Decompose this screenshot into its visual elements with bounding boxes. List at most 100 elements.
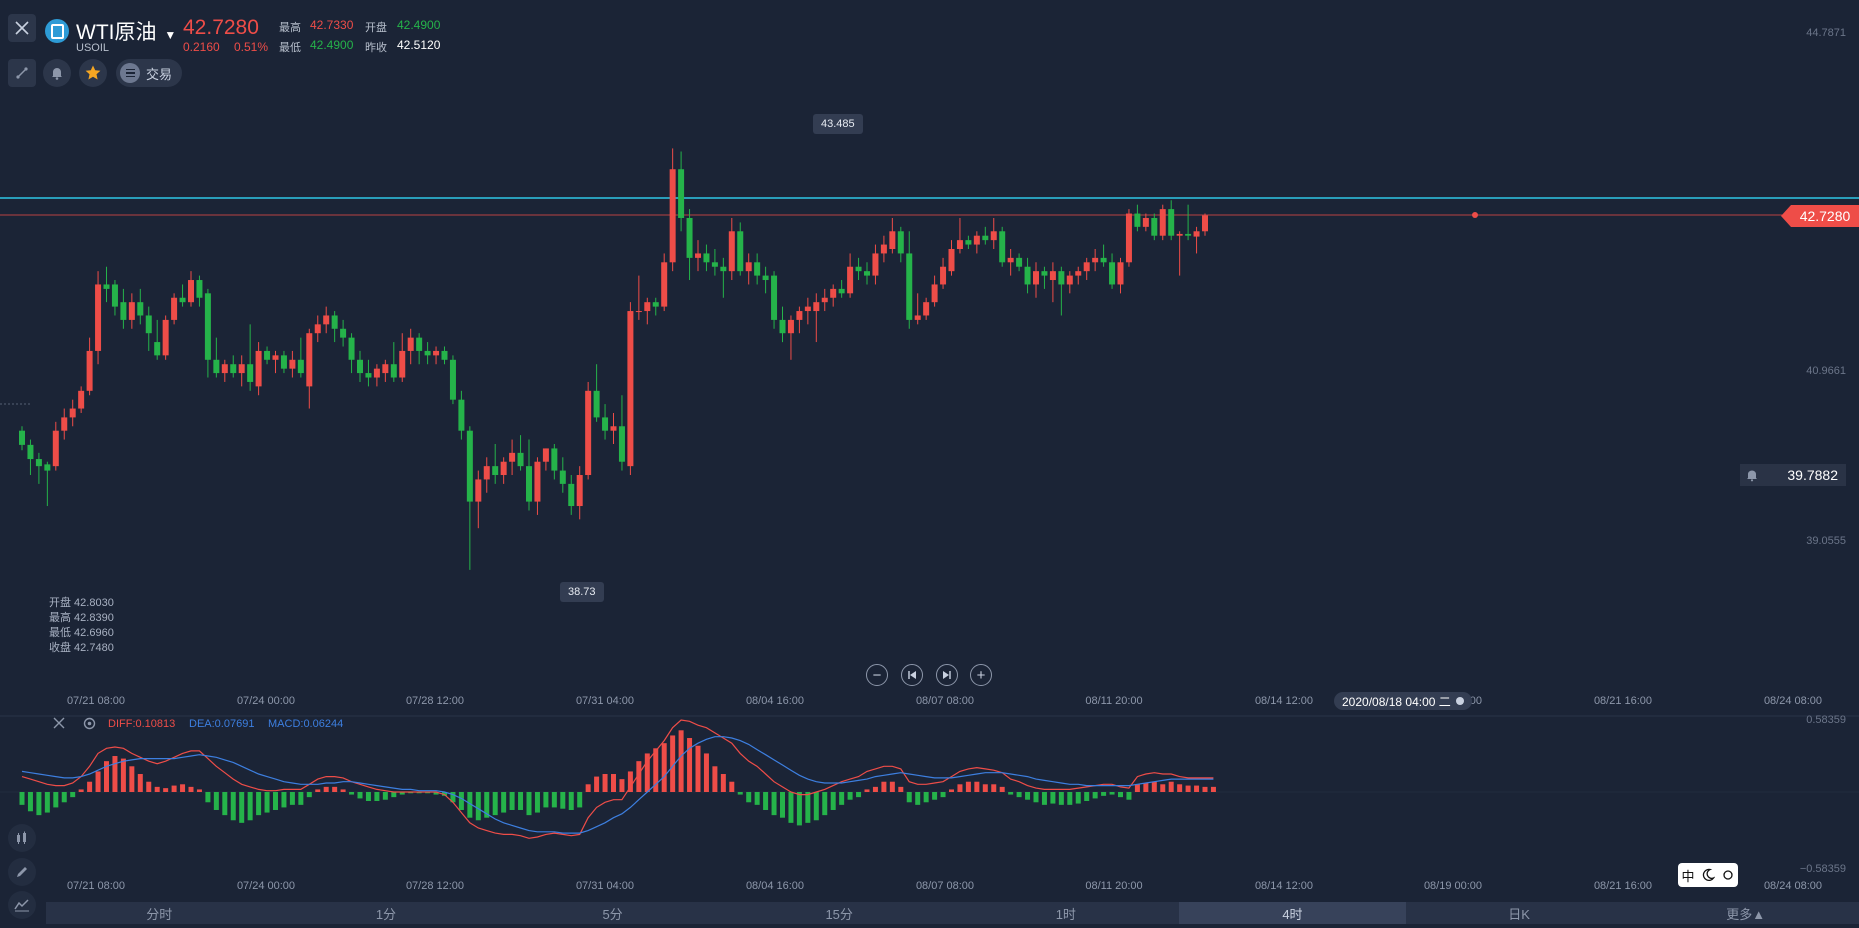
close-indicator-button[interactable]	[52, 716, 66, 735]
candle-body	[19, 430, 25, 445]
macd-bar	[856, 792, 862, 798]
candle-body	[78, 390, 85, 409]
scroll-start-button[interactable]	[901, 664, 923, 686]
low-price-callout: 38.73	[560, 582, 604, 602]
macd-bar	[298, 792, 304, 805]
chart-canvas[interactable]	[0, 0, 1859, 928]
macd-bar	[53, 792, 59, 808]
candle-body	[585, 390, 592, 476]
timeframe-tab[interactable]: 5分	[499, 902, 726, 924]
macd-bar	[813, 792, 819, 821]
macd-bar	[805, 792, 811, 823]
timeframe-tab[interactable]: 4时	[1179, 902, 1406, 924]
candle-body	[1075, 271, 1082, 276]
macd-bar	[687, 738, 693, 792]
macd-bar	[864, 789, 870, 792]
candle-body	[1083, 262, 1090, 272]
last-price-dot	[1472, 212, 1478, 218]
zoom-out-button[interactable]: −	[866, 664, 888, 686]
candle-body	[534, 461, 541, 502]
main-time-label: 08/11 20:00	[1085, 695, 1143, 707]
timeframe-tab[interactable]: 15分	[726, 902, 953, 924]
candle-body	[999, 231, 1006, 263]
main-time-label: 07/24 00:00	[236, 695, 296, 707]
macd-bar	[585, 784, 591, 792]
candle-body	[1202, 215, 1208, 232]
macd-dea-value: DEA:0.07691	[189, 718, 255, 730]
macd-bar	[1160, 784, 1166, 792]
candle-body	[813, 302, 820, 312]
candle-body	[1016, 257, 1023, 267]
timeframe-tab[interactable]: 1时	[953, 902, 1180, 924]
indicators-button[interactable]	[8, 891, 36, 919]
macd-bar	[154, 786, 160, 792]
macd-time-label: 07/31 04:00	[575, 880, 635, 892]
macd-bar	[95, 771, 101, 792]
macd-bar	[205, 792, 211, 803]
candle-body	[466, 430, 473, 502]
macd-bar	[332, 786, 338, 792]
price-alert-tag[interactable]: 39.7882	[1740, 464, 1846, 486]
candle-body	[855, 266, 862, 272]
candle-body	[365, 373, 372, 378]
macd-bar	[1041, 792, 1047, 805]
crosshair-time-label: 2020/08/18 04:00 二	[1334, 692, 1472, 710]
candle-body	[1176, 233, 1183, 236]
skip-back-icon	[908, 671, 916, 679]
drawing-tools-button[interactable]	[8, 858, 36, 886]
candle-body	[52, 430, 59, 467]
macd-bar	[940, 792, 946, 798]
candle-body	[703, 253, 710, 263]
candle-body	[940, 266, 947, 285]
candle-body	[1058, 271, 1065, 285]
macd-bar	[1168, 781, 1174, 792]
candle-body	[314, 324, 321, 334]
price-axis-label: 39.0555	[1806, 535, 1846, 547]
macd-bar	[915, 792, 921, 805]
circle-icon	[1723, 870, 1734, 880]
candle-body	[297, 359, 304, 374]
timeframe-tab[interactable]: 日K	[1406, 902, 1633, 924]
macd-bar	[1101, 792, 1107, 796]
ohlc-low: 最低 42.6960	[49, 627, 114, 639]
macd-bar	[1084, 792, 1090, 801]
indicator-settings-button[interactable]	[82, 716, 97, 736]
macd-bar	[357, 792, 363, 799]
macd-bar	[568, 792, 574, 810]
main-time-label: 08/04 16:00	[745, 695, 805, 707]
candle-body	[154, 342, 161, 356]
macd-bar	[323, 786, 329, 792]
main-time-label: 07/31 04:00	[575, 695, 635, 707]
macd-value: MACD:0.06244	[268, 718, 344, 730]
macd-bar	[264, 792, 270, 813]
candle-body	[669, 169, 676, 263]
macd-bar	[112, 756, 118, 792]
minus-icon: −	[872, 666, 882, 684]
candle-body	[264, 350, 271, 360]
macd-bar	[1151, 781, 1157, 792]
zoom-in-button[interactable]: +	[970, 664, 992, 686]
macd-bar	[780, 792, 785, 818]
candle-body	[956, 240, 963, 250]
macd-bar	[1210, 786, 1216, 792]
macd-bar	[898, 786, 904, 792]
macd-bar	[120, 758, 126, 792]
theme-toggle[interactable]: 中	[1678, 863, 1738, 887]
macd-time-label: 08/24 08:00	[1763, 880, 1823, 892]
macd-time-label: 08/04 16:00	[745, 880, 805, 892]
macd-time-label: 07/28 12:00	[405, 880, 465, 892]
indicator-toggle-button[interactable]	[8, 824, 36, 852]
macd-bar	[374, 792, 380, 801]
macd-bar	[230, 792, 236, 821]
macd-bar	[87, 781, 93, 792]
candle-body	[517, 452, 524, 467]
candle-body	[95, 284, 102, 351]
candle-body	[306, 333, 313, 387]
scroll-end-button[interactable]	[936, 664, 958, 686]
timeframe-tab[interactable]: 更多▲	[1632, 902, 1859, 924]
candle-body	[1193, 231, 1200, 237]
timeframe-tab[interactable]: 分时	[46, 902, 273, 924]
timeframe-tab[interactable]: 1分	[273, 902, 500, 924]
candle-body	[373, 368, 380, 378]
skip-forward-icon	[943, 671, 951, 679]
